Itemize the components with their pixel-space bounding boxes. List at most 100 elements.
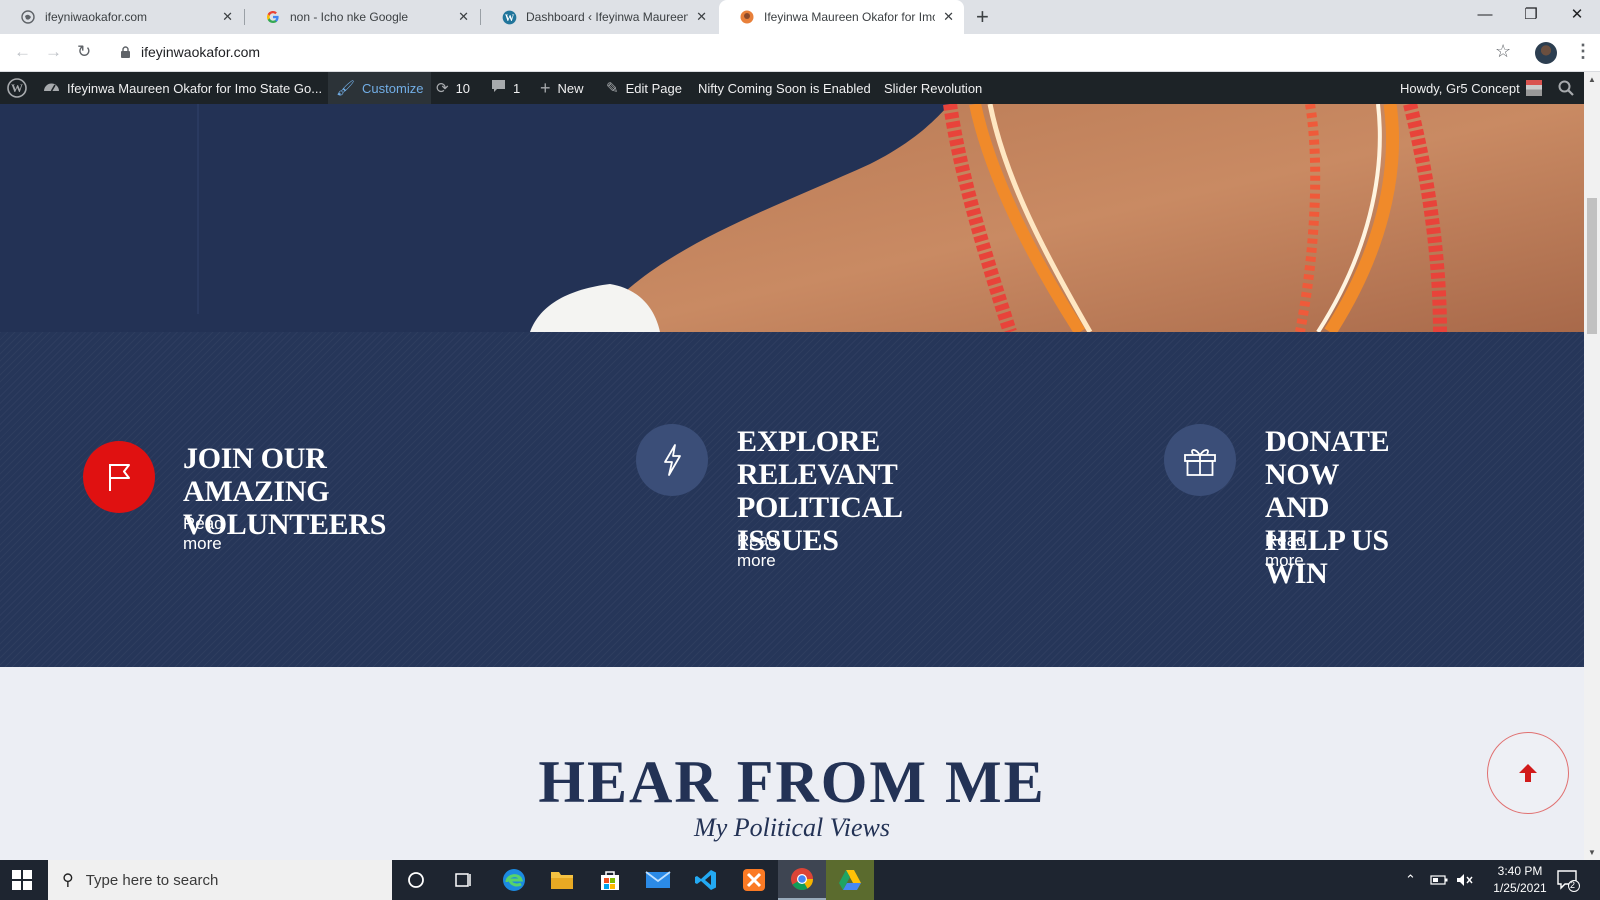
- profile-avatar[interactable]: [1535, 42, 1557, 64]
- hero-banner: [0, 104, 1584, 332]
- dashboard-gauge-icon: [43, 79, 60, 97]
- xampp-icon[interactable]: [730, 860, 778, 900]
- globe-icon: [20, 9, 36, 25]
- notification-badge: 2: [1570, 880, 1576, 890]
- browser-tab-strip: ifeyniwaokafor.com ✕ non - Icho nke Goog…: [0, 0, 1600, 34]
- battery-icon[interactable]: [1430, 860, 1448, 900]
- close-icon[interactable]: ✕: [458, 9, 469, 25]
- system-clock[interactable]: 3:40 PM 1/25/2021: [1480, 863, 1560, 897]
- page-scrollbar[interactable]: ▲ ▼: [1584, 72, 1600, 860]
- window-close-button[interactable]: ✕: [1554, 4, 1600, 26]
- feature-title-line: EXPLORE: [737, 425, 880, 458]
- feature-title-line: RELEVANT: [737, 458, 898, 491]
- coming-soon-link[interactable]: Nifty Coming Soon is Enabled: [698, 72, 871, 104]
- paintbrush-icon: 🖌: [336, 80, 356, 97]
- read-more-link[interactable]: Read more: [1265, 531, 1306, 571]
- edge-browser-icon[interactable]: [490, 860, 538, 900]
- comments-link[interactable]: 1: [491, 72, 520, 104]
- slider-revolution-label: Slider Revolution: [884, 80, 983, 96]
- comments-count: 1: [513, 80, 521, 96]
- edit-page-label: Edit Page: [625, 80, 682, 96]
- feature-title-line: DONATE NOW: [1265, 425, 1390, 491]
- new-content-menu[interactable]: + New: [540, 72, 584, 104]
- coming-soon-label: Nifty Coming Soon is Enabled: [698, 80, 871, 96]
- feature-title-line: JOIN OUR AMAZING: [183, 442, 330, 508]
- site-name-menu[interactable]: Ifeyinwa Maureen Okafor for Imo State Go…: [43, 72, 322, 104]
- browser-tab-3[interactable]: W Dashboard ‹ Ifeyinwa Maureen Okafor ✕: [481, 0, 717, 34]
- action-center-icon[interactable]: 2: [1556, 860, 1580, 900]
- browser-toolbar: ← → ↻ ifeyinwaokafor.com ☆ ⋮: [0, 34, 1600, 72]
- features-section: JOIN OUR AMAZING VOLUNTEERS Read more EX…: [0, 332, 1584, 667]
- file-explorer-icon[interactable]: [538, 860, 586, 900]
- admin-search-icon[interactable]: [1558, 72, 1574, 104]
- taskbar-search-box[interactable]: ⚲ Type here to search: [48, 860, 392, 900]
- new-tab-button[interactable]: +: [976, 5, 989, 29]
- windows-start-icon[interactable]: [12, 870, 32, 890]
- volume-muted-icon[interactable]: [1456, 860, 1474, 900]
- browser-tab-2[interactable]: non - Icho nke Google ✕: [245, 0, 479, 34]
- chrome-icon[interactable]: [778, 860, 826, 900]
- pencil-icon: ✎: [606, 80, 619, 97]
- restore-button[interactable]: ❐: [1508, 4, 1554, 26]
- google-icon: [265, 9, 281, 25]
- read-more-link[interactable]: Read more: [183, 514, 224, 554]
- windows-taskbar: ⚲ Type here to search ⌃ 3:40 PM 1/25/202…: [0, 860, 1600, 900]
- browser-tab-4-active[interactable]: Ifeyinwa Maureen Okafor for Imo State Go…: [719, 0, 964, 34]
- scroll-to-top-button[interactable]: [1487, 732, 1569, 814]
- plus-icon: +: [540, 77, 551, 98]
- read-more-link[interactable]: Read more: [737, 531, 778, 571]
- lock-icon[interactable]: [120, 46, 131, 58]
- section-heading: HEAR FROM ME: [538, 749, 1046, 815]
- back-arrow-icon[interactable]: ←: [14, 42, 31, 62]
- tab-title: Dashboard ‹ Ifeyinwa Maureen Okafor: [526, 10, 689, 24]
- wordpress-logo-icon: W: [7, 78, 27, 98]
- comment-bubble-icon: [491, 79, 506, 97]
- howdy-label: Howdy, Gr5 Concept: [1400, 80, 1520, 96]
- updates-refresh-icon: ⟳: [436, 80, 449, 97]
- scrollbar-thumb[interactable]: [1587, 198, 1597, 334]
- wp-logo-menu[interactable]: W: [7, 72, 27, 104]
- close-icon[interactable]: ✕: [222, 9, 233, 25]
- tab-title: non - Icho nke Google: [290, 10, 409, 24]
- tab-title: Ifeyinwa Maureen Okafor for Imo State Go…: [764, 10, 935, 24]
- updates-count: 10: [455, 80, 471, 96]
- close-icon[interactable]: ✕: [943, 9, 954, 25]
- customize-link[interactable]: 🖌 Customize: [328, 72, 432, 104]
- wp-admin-bar: W Ifeyinwa Maureen Okafor for Imo State …: [0, 72, 1600, 104]
- slider-revolution-link[interactable]: Slider Revolution: [884, 72, 982, 104]
- microsoft-store-icon[interactable]: [586, 860, 634, 900]
- reload-icon[interactable]: ↻: [77, 42, 91, 62]
- tab-title: ifeyniwaokafor.com: [45, 10, 148, 24]
- updates-link[interactable]: ⟳ 10: [436, 72, 470, 104]
- close-icon[interactable]: ✕: [696, 9, 707, 25]
- svg-text:W: W: [504, 13, 514, 23]
- minimize-button[interactable]: —: [1462, 4, 1508, 26]
- cortana-icon[interactable]: [392, 860, 440, 900]
- site-favicon-icon: [739, 9, 755, 25]
- browser-menu-icon[interactable]: ⋮: [1574, 41, 1592, 62]
- clock-date: 1/25/2021: [1493, 881, 1547, 895]
- bookmark-star-icon[interactable]: ☆: [1495, 41, 1511, 62]
- lightning-icon: [636, 424, 708, 496]
- new-label: New: [557, 80, 584, 96]
- scroll-up-arrow-icon[interactable]: ▲: [1588, 75, 1596, 84]
- tray-show-hidden-icon[interactable]: ⌃: [1405, 860, 1416, 900]
- section-subheading: My Political Views: [694, 813, 890, 842]
- task-view-icon[interactable]: [440, 860, 488, 900]
- edit-page-link[interactable]: ✎ Edit Page: [606, 72, 682, 104]
- google-drive-icon[interactable]: [826, 860, 874, 900]
- my-account-menu[interactable]: Howdy, Gr5 Concept: [1400, 72, 1542, 104]
- arrow-up-icon: [1519, 764, 1537, 782]
- scroll-down-arrow-icon[interactable]: ▼: [1588, 848, 1596, 857]
- forward-arrow-icon[interactable]: →: [45, 42, 62, 62]
- vscode-icon[interactable]: [682, 860, 730, 900]
- svg-text:W: W: [11, 81, 23, 95]
- hero-portrait-image: [530, 104, 1584, 332]
- gift-icon: [1164, 424, 1236, 496]
- flag-icon: [83, 441, 155, 513]
- customize-label: Customize: [362, 80, 424, 96]
- browser-tab-1[interactable]: ifeyniwaokafor.com ✕: [0, 0, 243, 34]
- user-avatar-icon: [1525, 80, 1542, 96]
- mail-icon[interactable]: [634, 860, 682, 900]
- address-bar-url[interactable]: ifeyinwaokafor.com: [141, 44, 260, 60]
